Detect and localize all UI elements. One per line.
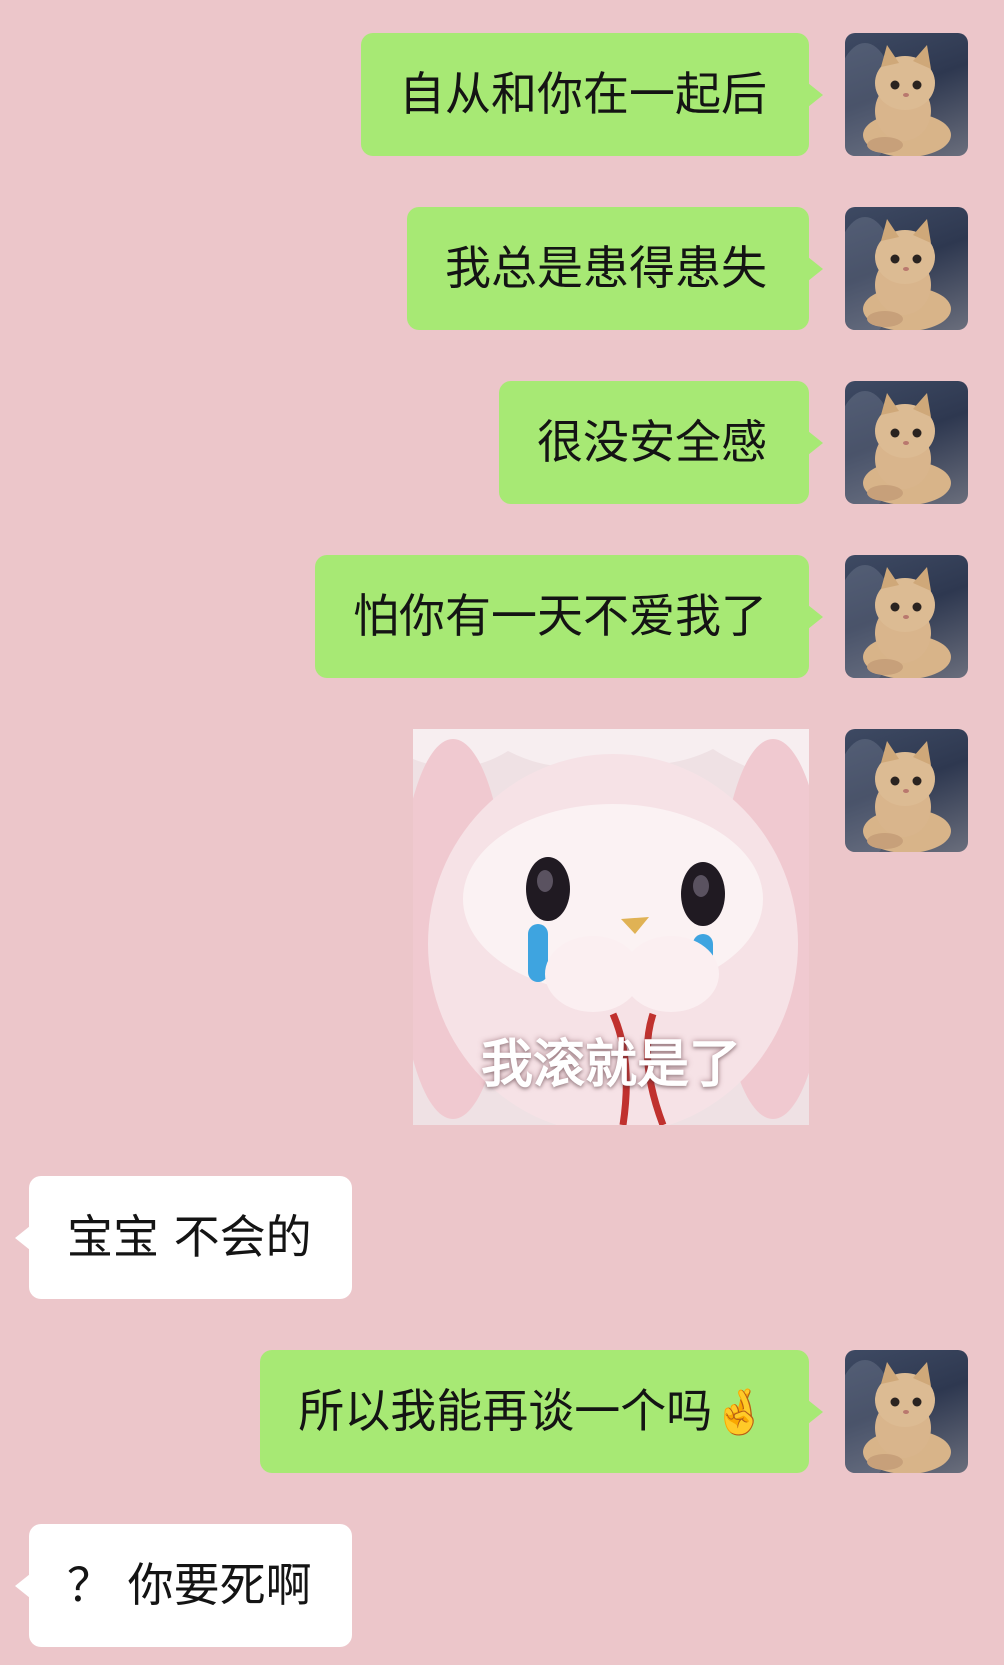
message-bubble-outgoing[interactable]: 自从和你在一起后 bbox=[361, 33, 823, 156]
avatar[interactable] bbox=[845, 381, 968, 504]
kitten-avatar-icon bbox=[845, 565, 951, 678]
message-text: 宝宝 不会的 bbox=[67, 1210, 312, 1264]
kitten-avatar-icon bbox=[845, 217, 951, 330]
message-bubble-outgoing[interactable]: 很没安全感 bbox=[499, 381, 823, 504]
avatar[interactable] bbox=[845, 555, 968, 678]
avatar[interactable] bbox=[845, 207, 968, 330]
chat-thread: 自从和你在一起后 我总是患得患失 很没安全感 怕你有一天不爱我了 我滚就是了 宝… bbox=[0, 0, 1004, 1665]
message-bubble-incoming[interactable]: ？ 你要死啊 bbox=[15, 1524, 352, 1647]
message-bubble-outgoing[interactable]: 我总是患得患失 bbox=[407, 207, 823, 330]
message-text: ？ 你要死啊 bbox=[67, 1558, 312, 1612]
sticker-message[interactable]: 我滚就是了 bbox=[413, 729, 809, 1125]
message-text: 我总是患得患失 bbox=[445, 241, 767, 295]
message-bubble-incoming[interactable]: 宝宝 不会的 bbox=[15, 1176, 352, 1299]
kitten-avatar-icon bbox=[845, 43, 951, 156]
message-text: 怕你有一天不爱我了 bbox=[353, 589, 767, 643]
kitten-avatar-icon bbox=[845, 391, 951, 504]
message-bubble-outgoing[interactable]: 所以我能再谈一个吗🤞 bbox=[260, 1350, 823, 1473]
avatar[interactable] bbox=[845, 33, 968, 156]
message-text: 很没安全感 bbox=[537, 415, 767, 469]
message-text: 自从和你在一起后 bbox=[399, 67, 767, 121]
kitten-avatar-icon bbox=[845, 739, 951, 852]
crossed-fingers-icon: 🤞 bbox=[712, 1387, 767, 1438]
avatar[interactable] bbox=[845, 729, 968, 852]
kitten-avatar-icon bbox=[845, 1360, 951, 1473]
message-text: 所以我能再谈一个吗 bbox=[298, 1384, 713, 1438]
sticker-caption: 我滚就是了 bbox=[480, 1035, 741, 1095]
message-bubble-outgoing[interactable]: 怕你有一天不爱我了 bbox=[315, 555, 823, 678]
avatar[interactable] bbox=[845, 1350, 968, 1473]
